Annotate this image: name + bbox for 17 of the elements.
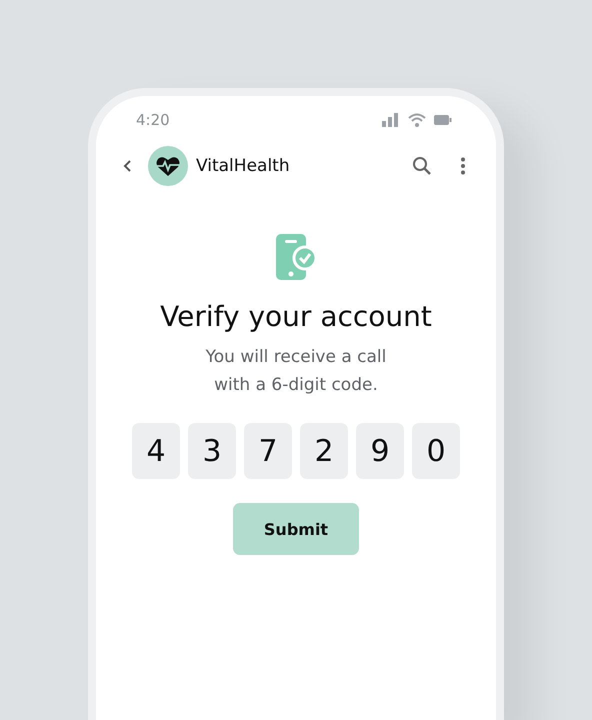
submit-button[interactable]: Submit (233, 503, 359, 555)
code-digit-field[interactable]: 0 (412, 423, 460, 479)
verify-message: You will receive a call with a 6-digit code. (206, 346, 386, 397)
code-digit-field[interactable]: 2 (300, 423, 348, 479)
verify-title: Verify your account (160, 300, 432, 333)
code-digit-field[interactable]: 7 (244, 423, 292, 479)
battery-icon (434, 114, 452, 126)
code-digit-field[interactable]: 4 (132, 423, 180, 479)
status-time: 4:20 (136, 111, 170, 129)
code-digit-field[interactable]: 3 (188, 423, 236, 479)
signal-icon (382, 113, 400, 127)
wifi-icon (408, 113, 426, 127)
code-digit-field[interactable]: 9 (356, 423, 404, 479)
app-title: VitalHealth (196, 156, 291, 176)
more-icon[interactable] (460, 157, 466, 175)
search-icon[interactable] (412, 156, 432, 176)
heart-logo-icon (148, 146, 188, 186)
